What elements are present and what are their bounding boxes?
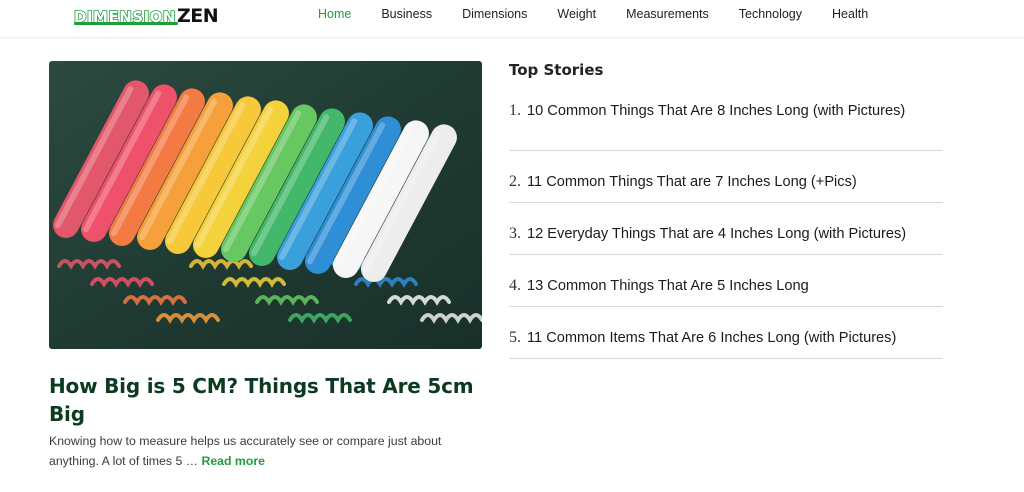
list-item[interactable]: 4. 13 Common Things That Are 5 Inches Lo…	[509, 255, 943, 307]
story-number: 2.	[509, 173, 521, 190]
featured-excerpt: Knowing how to measure helps us accurate…	[49, 431, 481, 471]
nav-weight[interactable]: Weight	[557, 7, 596, 21]
top-stories-list: 1. 10 Common Things That Are 8 Inches Lo…	[509, 94, 943, 359]
story-link[interactable]: 12 Everyday Things That are 4 Inches Lon…	[527, 224, 906, 254]
story-number: 5.	[509, 329, 521, 346]
nav-health[interactable]: Health	[832, 7, 868, 21]
story-link[interactable]: 10 Common Things That Are 8 Inches Long …	[527, 101, 905, 142]
featured-image[interactable]	[49, 61, 482, 349]
story-link[interactable]: 13 Common Things That Are 5 Inches Long	[527, 276, 809, 306]
list-item[interactable]: 2. 11 Common Things That are 7 Inches Lo…	[509, 151, 943, 203]
nav-business[interactable]: Business	[381, 7, 432, 21]
main-nav: Home Business Dimensions Weight Measurem…	[318, 0, 898, 28]
top-stories-title: Top Stories	[509, 61, 604, 79]
story-link[interactable]: 11 Common Things That are 7 Inches Long …	[527, 172, 857, 202]
list-item[interactable]: 1. 10 Common Things That Are 8 Inches Lo…	[509, 94, 943, 151]
featured-article-title[interactable]: How Big is 5 CM? Things That Are 5cm Big	[49, 372, 479, 428]
logo-underline	[74, 22, 178, 25]
nav-dimensions[interactable]: Dimensions	[462, 7, 527, 21]
list-item[interactable]: 5. 11 Common Items That Are 6 Inches Lon…	[509, 307, 943, 359]
story-number: 3.	[509, 225, 521, 242]
chalk-photo-icon	[49, 61, 482, 349]
logo-text-zen: ZEN	[176, 5, 219, 27]
nav-technology[interactable]: Technology	[739, 7, 802, 21]
nav-measurements[interactable]: Measurements	[626, 7, 709, 21]
story-number: 1.	[509, 102, 521, 119]
story-link[interactable]: 11 Common Items That Are 6 Inches Long (…	[527, 328, 896, 358]
story-number: 4.	[509, 277, 521, 294]
read-more-link[interactable]: Read more	[201, 454, 265, 468]
list-item[interactable]: 3. 12 Everyday Things That are 4 Inches …	[509, 203, 943, 255]
nav-home[interactable]: Home	[318, 7, 351, 21]
site-header: DIMENSION ZEN Home Business Dimensions W…	[0, 0, 1024, 38]
